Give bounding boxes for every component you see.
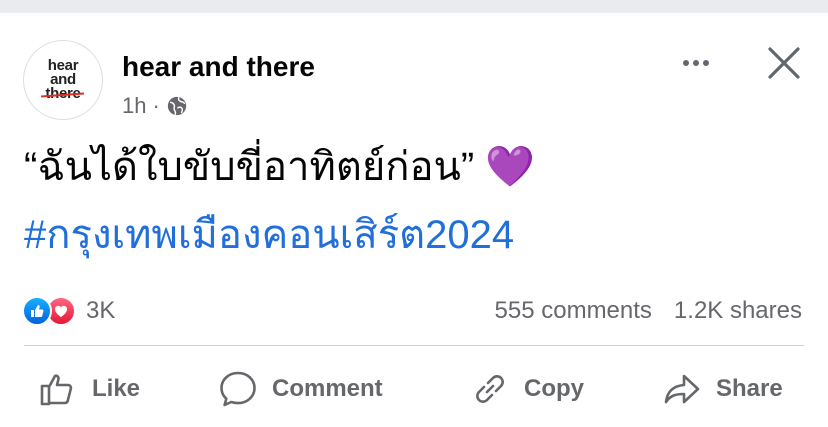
share-label: Share [716, 375, 783, 402]
copy-label: Copy [524, 375, 584, 402]
shares-count[interactable]: 1.2K shares [674, 297, 802, 325]
post-text: “ฉันได้ใบขับขี่อาทิตย์ก่อน” 💜 [24, 145, 536, 189]
author-name[interactable]: hear and there [122, 51, 315, 83]
share-arrow-icon [664, 374, 700, 404]
timestamp[interactable]: 1h [122, 93, 146, 119]
more-options-icon[interactable] [676, 43, 716, 83]
meta-separator: · [152, 93, 160, 118]
close-icon[interactable] [762, 41, 806, 85]
like-button[interactable]: Like [38, 355, 140, 423]
divider [24, 345, 804, 346]
reaction-count: 3K [86, 297, 116, 324]
avatar-logo-line-3: there [45, 85, 81, 102]
like-reaction-icon [22, 296, 52, 326]
post-card: hear and there hear and there 1h · “ฉันไ… [0, 13, 828, 427]
share-button[interactable]: Share [662, 355, 783, 423]
like-label: Like [92, 375, 141, 402]
action-bar: Like Comment Copy Share [0, 355, 828, 423]
copy-button[interactable]: Copy [470, 355, 584, 423]
post-meta: 1h · [122, 93, 188, 119]
comments-count[interactable]: 555 comments [495, 297, 652, 325]
link-icon [476, 375, 504, 403]
avatar[interactable]: hear and there [23, 40, 103, 120]
globe-icon [167, 96, 186, 116]
comment-button[interactable]: Comment [218, 355, 383, 423]
comment-label: Comment [272, 375, 383, 402]
reactions-summary[interactable]: 3K [22, 296, 115, 326]
thumbs-up-icon [40, 374, 73, 406]
post-stats: 555 comments 1.2K shares [495, 297, 802, 325]
hashtag-link[interactable]: #กรุงเทพเมืองคอนเสิร์ต2024 [24, 209, 514, 261]
comment-bubble-icon [220, 371, 256, 407]
